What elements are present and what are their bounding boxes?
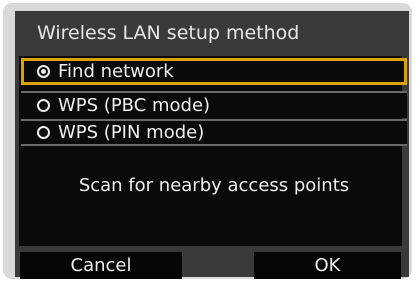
camera-screen-frame: Wireless LAN setup method Find network W… — [3, 3, 412, 279]
cancel-button[interactable]: Cancel — [20, 252, 182, 279]
option-label: Find network — [58, 61, 174, 82]
option-description: Scan for nearby access points — [78, 175, 350, 196]
radio-selected-icon — [37, 65, 50, 78]
option-wps-pin[interactable]: WPS (PIN mode) — [21, 119, 407, 146]
option-wps-pbc[interactable]: WPS (PBC mode) — [21, 91, 407, 118]
radio-unselected-icon — [37, 126, 50, 139]
option-label: WPS (PBC mode) — [58, 95, 211, 116]
ok-button[interactable]: OK — [254, 252, 401, 279]
option-find-network[interactable]: Find network — [21, 58, 407, 85]
dialog-title: Wireless LAN setup method — [37, 22, 300, 44]
radio-unselected-icon — [37, 99, 50, 112]
option-label: WPS (PIN mode) — [58, 122, 205, 143]
